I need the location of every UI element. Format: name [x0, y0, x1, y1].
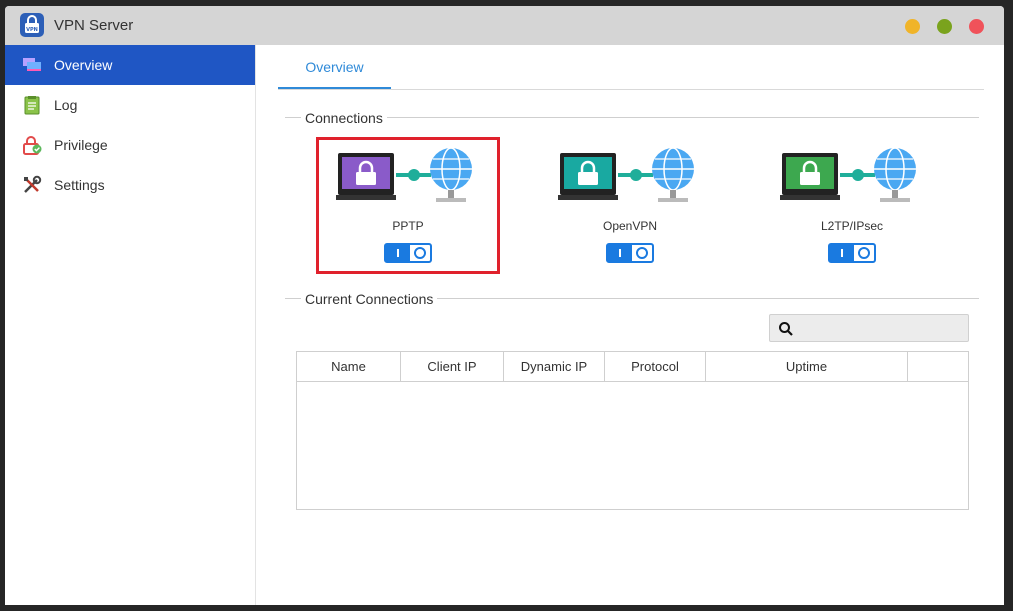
main-content: Overview Connections PPTP OpenVPN L2TP/I…: [256, 45, 1004, 605]
column-header-client-ip[interactable]: Client IP: [401, 352, 504, 381]
app-icon-text: VPN: [26, 27, 38, 33]
tab-divider: [278, 89, 984, 90]
column-header-dynamic-ip[interactable]: Dynamic IP: [504, 352, 605, 381]
search-icon: [779, 322, 793, 336]
maximize-button[interactable]: [937, 19, 952, 34]
minimize-button[interactable]: [905, 19, 920, 34]
connection-label: OpenVPN: [602, 219, 658, 233]
highlight-box: [316, 137, 500, 274]
sidebar-item-log[interactable]: Log: [5, 85, 255, 125]
table-body: [297, 382, 968, 509]
section-divider: [285, 117, 979, 118]
privilege-icon: [22, 135, 42, 155]
overview-icon: [22, 55, 42, 75]
column-header-uptime[interactable]: Uptime: [706, 352, 908, 381]
openvpn-toggle[interactable]: [606, 243, 654, 263]
log-icon: [22, 95, 42, 115]
toggle-off-indicator: [636, 247, 648, 259]
app-window: VPN VPN Server Overview Log Privilege Se…: [5, 6, 1004, 605]
search-input[interactable]: [798, 317, 968, 341]
sidebar-item-settings[interactable]: Settings: [5, 165, 255, 205]
tab-overview[interactable]: Overview: [278, 51, 391, 89]
current-connections-heading: Current Connections: [301, 291, 438, 307]
sidebar-item-privilege[interactable]: Privilege: [5, 125, 255, 165]
vpn-lock-icon: VPN: [20, 13, 44, 37]
toggle-off-indicator: [858, 247, 870, 259]
title-bar[interactable]: VPN VPN Server: [5, 6, 1004, 45]
connection-l2tp-ipsec[interactable]: L2TP/IPsec: [760, 137, 944, 275]
settings-icon: [22, 175, 42, 195]
sidebar-item-label: Log: [54, 97, 78, 113]
openvpn-network-icon: [558, 147, 694, 202]
search-box[interactable]: [769, 314, 969, 342]
connection-label: L2TP/IPsec: [820, 219, 884, 233]
l2tp-network-icon: [780, 147, 916, 202]
sidebar-item-label: Privilege: [54, 137, 108, 153]
column-header-protocol[interactable]: Protocol: [605, 352, 706, 381]
connections-heading: Connections: [301, 110, 387, 126]
sidebar-item-label: Settings: [54, 177, 105, 193]
sidebar-item-overview[interactable]: Overview: [5, 45, 255, 85]
column-header-name[interactable]: Name: [297, 352, 401, 381]
connection-openvpn[interactable]: OpenVPN: [538, 137, 722, 275]
sidebar: Overview Log Privilege Settings: [5, 45, 256, 605]
sidebar-item-label: Overview: [54, 57, 113, 73]
toggle-on-indicator: [830, 245, 854, 261]
close-button[interactable]: [969, 19, 984, 34]
l2tp-toggle[interactable]: [828, 243, 876, 263]
column-header-actions: [908, 352, 968, 381]
toggle-on-indicator: [608, 245, 632, 261]
window-title: VPN Server: [54, 17, 134, 34]
connections-table: Name Client IP Dynamic IP Protocol Uptim…: [296, 351, 969, 510]
table-header: Name Client IP Dynamic IP Protocol Uptim…: [297, 352, 968, 382]
